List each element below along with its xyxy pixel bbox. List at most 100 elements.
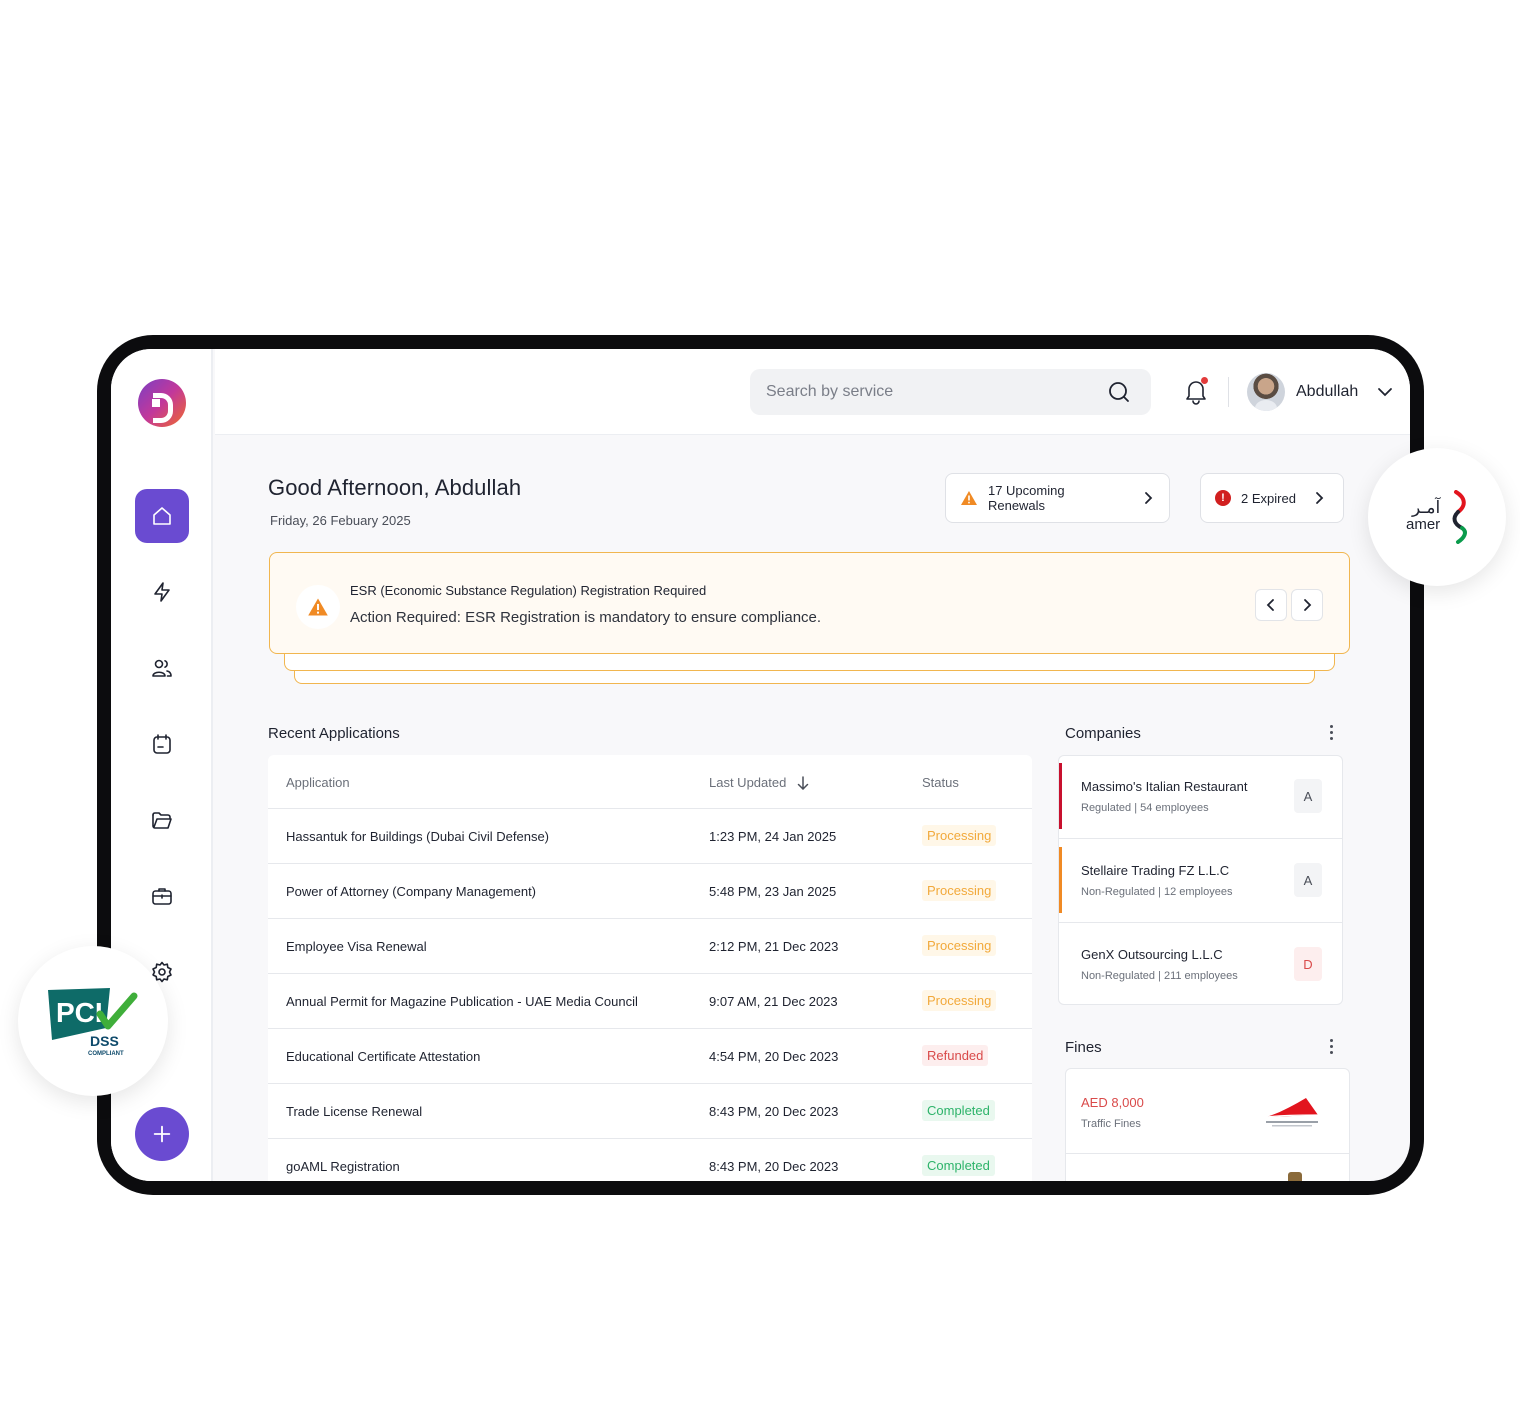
banner-stack-layer [284, 651, 1335, 671]
status-badge: Processing [922, 990, 997, 1011]
fine-item[interactable]: AED 8,000 Traffic Fines [1066, 1069, 1349, 1153]
nav-home[interactable] [135, 489, 189, 543]
application-name: Employee Visa Renewal [286, 939, 427, 954]
chevron-right-icon [1316, 492, 1324, 504]
company-item[interactable]: GenX Outsourcing L.L.C Non-Regulated | 2… [1059, 922, 1342, 1004]
upcoming-renewals-button[interactable]: 17 Upcoming Renewals [945, 473, 1170, 523]
last-updated: 9:07 AM, 21 Dec 2023 [709, 994, 838, 1009]
svg-text:DSS: DSS [90, 1033, 119, 1049]
calendar-icon [153, 734, 171, 754]
company-meta: Regulated | 54 employees [1081, 802, 1209, 814]
amer-flag-ribbon-icon [1452, 490, 1467, 544]
column-header-last-updated[interactable]: Last Updated [709, 775, 786, 790]
company-meta: Non-Regulated | 211 employees [1081, 970, 1238, 982]
top-bar: Abdullah [215, 349, 1410, 435]
add-button[interactable] [135, 1107, 189, 1161]
company-name: GenX Outsourcing L.L.C [1081, 947, 1223, 962]
fines-more-icon[interactable] [1330, 1039, 1334, 1055]
companies-more-icon[interactable] [1330, 725, 1334, 741]
last-updated: 8:43 PM, 20 Dec 2023 [709, 1104, 839, 1119]
amer-arabic-text: آمـر [1412, 498, 1441, 518]
pci-dss-badge: PCI DSS COMPLIANT [18, 946, 168, 1096]
amer-badge: آمـر amer [1368, 448, 1506, 586]
company-name: Stellaire Trading FZ L.L.C [1081, 863, 1230, 878]
applications-table: Application Last Updated Status Hassantu… [268, 755, 1032, 1181]
status-badge: Refunded [922, 1045, 989, 1066]
company-accent [1059, 763, 1062, 829]
compliance-banner[interactable]: ESR (Economic Substance Regulation) Regi… [269, 552, 1350, 654]
table-row[interactable]: Annual Permit for Magazine Publication -… [268, 973, 1032, 1028]
column-header-status: Status [922, 775, 959, 790]
status-badge: Processing [922, 880, 997, 901]
error-icon: ! [1215, 490, 1231, 506]
company-meta: Non-Regulated | 12 employees [1081, 886, 1233, 898]
nav-people[interactable] [135, 641, 189, 695]
company-grade: D [1294, 947, 1322, 981]
nav-documents[interactable] [135, 793, 189, 847]
warning-icon [960, 491, 977, 505]
search-input[interactable] [766, 369, 1086, 415]
users-icon [152, 659, 172, 677]
status-badge: Completed [922, 1100, 995, 1121]
sort-down-icon[interactable] [797, 776, 809, 790]
pci-dss-logo: PCI DSS COMPLIANT [48, 988, 138, 1057]
current-date: Friday, 26 Febuary 2025 [270, 513, 411, 528]
rta-logo-icon [1265, 1098, 1319, 1127]
company-accent [1059, 847, 1062, 913]
avatar[interactable] [1247, 373, 1285, 411]
banner-prev-button[interactable] [1255, 589, 1287, 621]
column-header-application: Application [286, 775, 350, 790]
folder-icon [152, 812, 172, 829]
upcoming-renewals-label: 17 Upcoming Renewals [987, 483, 1065, 513]
application-name: Educational Certificate Attestation [286, 1049, 481, 1064]
last-updated: 2:12 PM, 21 Dec 2023 [709, 939, 839, 954]
application-name: Trade License Renewal [286, 1104, 423, 1119]
search-box[interactable] [750, 369, 1151, 415]
briefcase-icon [152, 888, 172, 905]
nav-business[interactable] [135, 869, 189, 923]
last-updated: 1:23 PM, 24 Jan 2025 [709, 829, 837, 844]
fine-item[interactable] [1066, 1153, 1349, 1181]
table-row[interactable]: goAML Registration 8:43 PM, 20 Dec 2023 … [268, 1138, 1032, 1181]
user-name[interactable]: Abdullah [1296, 383, 1358, 401]
chevron-left-icon [1266, 599, 1274, 611]
banner-next-button[interactable] [1291, 589, 1323, 621]
company-grade: A [1294, 863, 1322, 897]
table-row[interactable]: Employee Visa Renewal 2:12 PM, 21 Dec 20… [268, 918, 1032, 973]
nav-calendar[interactable] [135, 717, 189, 771]
chevron-right-icon [1304, 599, 1312, 611]
last-updated: 8:43 PM, 20 Dec 2023 [709, 1159, 839, 1174]
search-icon[interactable] [1107, 380, 1131, 404]
last-updated: 4:54 PM, 20 Dec 2023 [709, 1049, 839, 1064]
home-icon [153, 507, 171, 525]
companies-title: Companies [1065, 725, 1141, 742]
expired-label: 2 Expired [1241, 490, 1296, 506]
table-row[interactable]: Hassantuk for Buildings (Dubai Civil Def… [268, 808, 1032, 863]
nav-services[interactable] [135, 565, 189, 619]
plus-icon [153, 1125, 171, 1143]
application-name: Power of Attorney (Company Management) [286, 884, 537, 899]
company-name: Massimo's Italian Restaurant [1081, 779, 1248, 794]
fines-title: Fines [1065, 1039, 1102, 1056]
app-logo[interactable] [138, 379, 186, 427]
fine-amount: AED 8,000 [1081, 1095, 1144, 1110]
table-row[interactable]: Trade License Renewal 8:43 PM, 20 Dec 20… [268, 1083, 1032, 1138]
divider [1228, 377, 1229, 407]
notifications-button[interactable] [1183, 377, 1211, 407]
table-row[interactable]: Educational Certificate Attestation 4:54… [268, 1028, 1032, 1083]
table-row[interactable]: Power of Attorney (Company Management) 5… [268, 863, 1032, 918]
chevron-down-icon[interactable] [1376, 383, 1394, 401]
application-name: Hassantuk for Buildings (Dubai Civil Def… [286, 829, 550, 844]
company-item[interactable]: Massimo's Italian Restaurant Regulated |… [1059, 756, 1342, 839]
recent-applications-title: Recent Applications [268, 725, 400, 742]
chevron-right-icon [1145, 492, 1153, 504]
amer-english-text: amer [1406, 516, 1441, 533]
emblem-icon [1288, 1172, 1302, 1181]
status-badge: Processing [922, 825, 997, 846]
application-name: Annual Permit for Magazine Publication -… [286, 994, 638, 1009]
fines-list: AED 8,000 Traffic Fines [1065, 1068, 1350, 1181]
warning-icon [296, 585, 340, 629]
expired-button[interactable]: ! 2 Expired [1200, 473, 1344, 523]
svg-text:COMPLIANT: COMPLIANT [88, 1051, 124, 1057]
company-item[interactable]: Stellaire Trading FZ L.L.C Non-Regulated… [1059, 838, 1342, 922]
